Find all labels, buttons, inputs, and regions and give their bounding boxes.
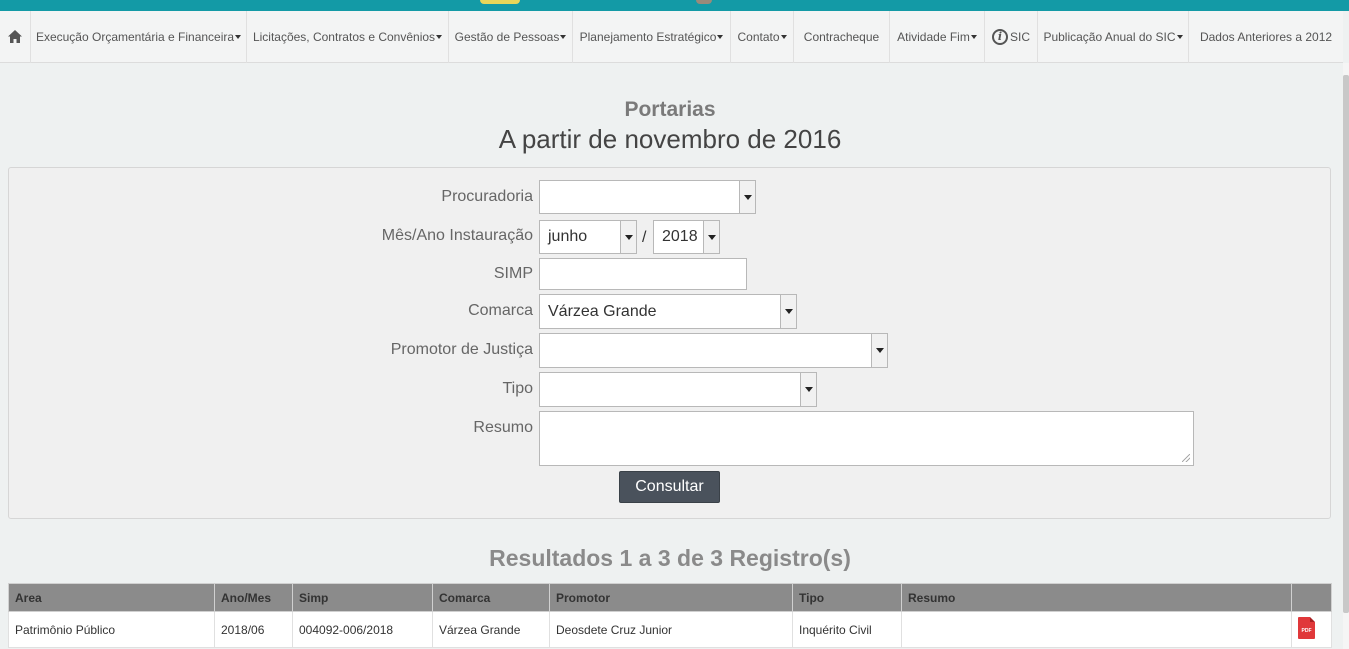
nav-dados-anteriores[interactable]: Dados Anteriores a 2012 — [1189, 11, 1343, 63]
nav-label: Contracheque — [803, 29, 880, 44]
column-header[interactable]: Resumo — [901, 583, 1292, 612]
promotor-label: Promotor de Justiça — [390, 341, 533, 358]
simp-input[interactable] — [539, 258, 747, 290]
banner-decoration — [480, 0, 520, 4]
simp-label: SIMP — [493, 265, 533, 282]
date-separator: / — [642, 229, 647, 246]
tipo-select[interactable] — [539, 372, 817, 407]
top-banner — [0, 0, 1349, 11]
month-select[interactable]: junho — [539, 220, 637, 254]
scrollbar-thumb[interactable] — [1343, 75, 1349, 613]
nav-planejamento[interactable]: Planejamento Estratégico — [573, 10, 731, 63]
page-title: Portarias — [624, 98, 716, 121]
nav-publicacao-sic[interactable]: Publicação Anual do SIC — [1038, 10, 1189, 63]
banner-decoration — [696, 0, 712, 4]
cell-area: Patrimônio Público — [8, 611, 215, 648]
procuradoria-select[interactable] — [539, 180, 756, 214]
nav-label: Dados Anteriores a 2012 — [1199, 29, 1333, 44]
resumo-label: Resumo — [473, 419, 533, 436]
column-header[interactable]: Promotor — [549, 583, 793, 612]
home-button[interactable] — [0, 10, 31, 63]
resize-grip-icon[interactable] — [1182, 454, 1190, 462]
month-value: junho — [548, 228, 588, 245]
cell-simp: 004092-006/2018 — [292, 611, 433, 648]
dropdown-arrow-icon — [800, 373, 816, 406]
nav-atividade-fim[interactable]: Atividade Fim — [890, 10, 985, 63]
consultar-button[interactable]: Consultar — [619, 471, 720, 503]
dropdown-arrow-icon — [780, 295, 796, 328]
page-subtitle: A partir de novembro de 2016 — [498, 124, 842, 154]
cell-comarca: Várzea Grande — [432, 611, 550, 648]
comarca-value: Várzea Grande — [548, 302, 657, 320]
column-header — [1291, 583, 1332, 612]
nav-label: SIC — [1009, 29, 1030, 44]
table-header-row: Area Ano/Mes Simp Comarca Promotor Tipo … — [8, 583, 1332, 612]
nav-label: Execução Orçamentária e Financeira — [35, 29, 235, 44]
column-header[interactable]: Area — [8, 583, 215, 612]
info-icon: i — [991, 28, 1008, 45]
year-select[interactable]: 2018 — [653, 220, 720, 254]
resumo-textarea[interactable] — [539, 411, 1194, 466]
dropdown-arrow-icon — [620, 221, 636, 253]
nav-label: Contato — [737, 29, 780, 44]
dropdown-arrow-icon — [739, 181, 755, 213]
results-table: Area Ano/Mes Simp Comarca Promotor Tipo … — [8, 583, 1332, 648]
column-header[interactable]: Comarca — [432, 583, 550, 612]
procuradoria-label: Procuradoria — [441, 188, 533, 205]
table-row: Patrimônio Público 2018/06 004092-006/20… — [8, 611, 1332, 648]
nav-gestao-pessoas[interactable]: Gestão de Pessoas — [449, 10, 573, 63]
cell-promotor: Deosdete Cruz Junior — [549, 611, 793, 648]
nav-label: Gestão de Pessoas — [454, 29, 560, 44]
pdf-icon[interactable]: PDF — [1298, 617, 1315, 639]
vertical-scrollbar[interactable] — [1343, 63, 1349, 649]
nav-sic[interactable]: i SIC — [985, 10, 1038, 63]
main-navbar: Execução Orçamentária e Financeira Licit… — [0, 10, 1343, 63]
cell-file: PDF — [1291, 611, 1332, 648]
nav-contato[interactable]: Contato — [731, 10, 794, 63]
year-value: 2018 — [662, 228, 698, 245]
caret-down-icon — [1176, 35, 1183, 39]
nav-execucao-orcamentaria[interactable]: Execução Orçamentária e Financeira — [31, 10, 247, 63]
mes-ano-label: Mês/Ano Instauração — [381, 227, 533, 244]
caret-down-icon — [717, 35, 724, 39]
promotor-select[interactable] — [539, 333, 888, 368]
caret-down-icon — [235, 35, 242, 39]
nav-label: Atividade Fim — [897, 29, 970, 44]
comarca-select[interactable]: Várzea Grande — [539, 294, 797, 329]
nav-label: Planejamento Estratégico — [579, 29, 717, 44]
dropdown-arrow-icon — [703, 221, 719, 253]
comarca-label: Comarca — [468, 302, 533, 319]
column-header[interactable]: Simp — [292, 583, 433, 612]
column-header[interactable]: Tipo — [792, 583, 902, 612]
cell-tipo: Inquérito Civil — [792, 611, 902, 648]
nav-contracheque[interactable]: Contracheque — [794, 10, 890, 63]
caret-down-icon — [780, 35, 787, 39]
caret-down-icon — [560, 35, 567, 39]
caret-down-icon — [970, 35, 977, 39]
cell-resumo — [901, 611, 1292, 648]
caret-down-icon — [436, 35, 443, 39]
cell-ano-mes: 2018/06 — [214, 611, 293, 648]
pdf-icon-label: PDF — [1301, 628, 1312, 634]
tipo-label: Tipo — [502, 380, 533, 397]
home-icon — [8, 30, 22, 43]
dropdown-arrow-icon — [871, 334, 887, 367]
nav-licitacoes[interactable]: Licitações, Contratos e Convênios — [247, 10, 449, 63]
nav-label: Licitações, Contratos e Convênios — [252, 29, 436, 44]
column-header[interactable]: Ano/Mes — [214, 583, 293, 612]
results-title: Resultados 1 a 3 de 3 Registro(s) — [489, 545, 851, 571]
nav-label: Publicação Anual do SIC — [1043, 29, 1176, 44]
